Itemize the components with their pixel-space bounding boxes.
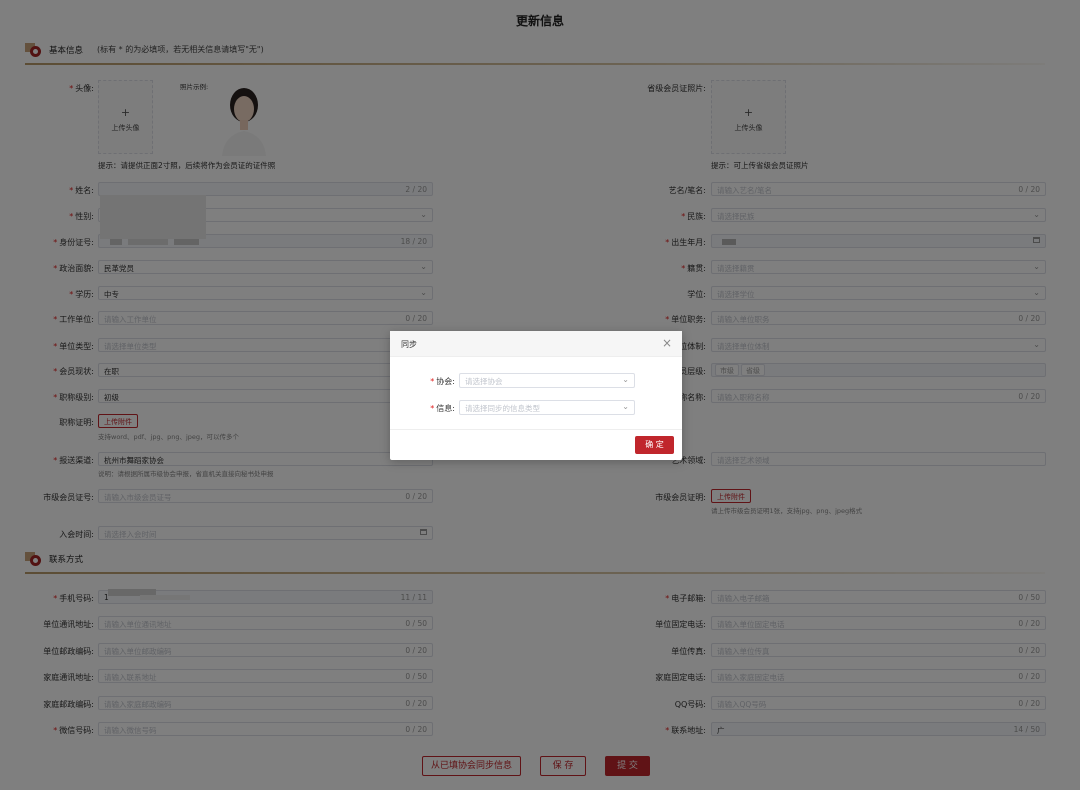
confirm-button[interactable]: 确 定 [635,436,674,454]
dialog-title: 同步 [401,340,417,349]
dialog-divider [390,429,682,430]
chevron-down-icon: ⌄ [622,375,629,384]
info-type-label: * 信息: [430,404,455,413]
chevron-down-icon: ⌄ [622,402,629,411]
association-label: * 协会: [430,377,455,386]
info-type-select[interactable]: 请选择同步的信息类型 ⌄ [459,400,635,415]
association-select[interactable]: 请选择协会 ⌄ [459,373,635,388]
close-icon[interactable]: × [662,336,672,350]
dialog-header: 同步 × [390,331,682,357]
sync-dialog: 同步 × * 协会: 请选择协会 ⌄ * 信息: 请选择同步的信息类型 ⌄ 确 定 [390,331,682,460]
